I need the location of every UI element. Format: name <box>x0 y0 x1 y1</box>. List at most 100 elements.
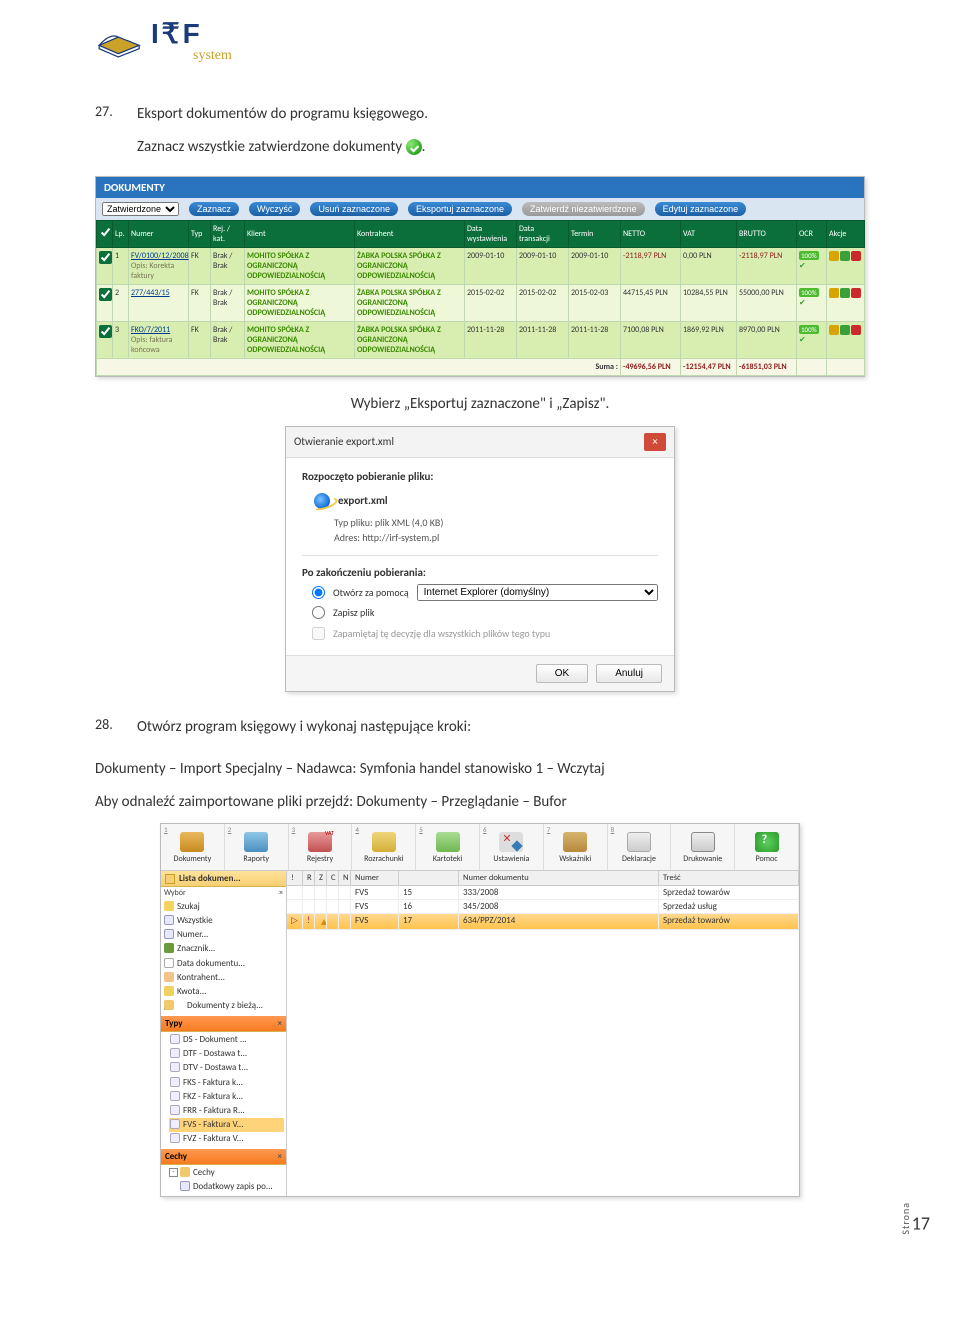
tree-node[interactable]: FVS - Faktura V... <box>169 1118 284 1132</box>
tree-node[interactable]: Kontrahent... <box>163 971 284 985</box>
toolbar-pomoc[interactable]: Pomoc <box>735 824 799 870</box>
delete-icon[interactable] <box>851 325 861 335</box>
tree-node[interactable]: -Dokumenty z bieżą... <box>163 999 284 1013</box>
item28-line1: Dokumenty – Import Specjalny – Nadawca: … <box>95 758 865 781</box>
edytuj-button[interactable]: Edytuj zaznaczone <box>655 202 747 216</box>
toolbar-kartoteki[interactable]: 5Kartoteki <box>416 824 480 870</box>
list-number: 28. <box>95 716 125 749</box>
symfonia-toolbar: 1Dokumenty2Raporty3Rejestry4Rozrachunki5… <box>161 824 799 871</box>
close-icon[interactable]: × <box>278 1018 282 1029</box>
rozrachunki-icon <box>372 832 396 852</box>
tree-node[interactable]: FKS - Faktura k... <box>169 1076 284 1090</box>
doc-type-icon <box>170 1048 180 1058</box>
tree-node[interactable]: Data dokumentu... <box>163 957 284 971</box>
tree-node[interactable]: FKZ - Faktura k... <box>169 1090 284 1104</box>
row-checkbox[interactable] <box>99 325 112 338</box>
doc-type-icon <box>170 1119 180 1129</box>
open-with-radio[interactable] <box>312 586 325 599</box>
tree-node[interactable]: FRR - Faktura R... <box>169 1104 284 1118</box>
toolbar-rozrachunki[interactable]: 4Rozrachunki <box>352 824 416 870</box>
close-icon[interactable]: × <box>644 433 666 451</box>
table-row[interactable]: 2277/443/15FKBrak / BrakMOHITO SPÓŁKA Z … <box>97 285 865 322</box>
item28-line2: Aby odnaleźć zaimportowane pliki przejdź… <box>95 791 865 814</box>
save-file-radio[interactable] <box>312 606 325 619</box>
dialog-after-label: Po zakończeniu pobierania: <box>302 566 658 579</box>
grid-row[interactable]: FVS15333/2008Sprzedaż towarów <box>287 886 799 900</box>
doc-type-icon <box>170 1091 180 1101</box>
arrow-up-icon[interactable] <box>840 325 850 335</box>
logo: I₹F system <box>95 20 865 63</box>
toolbar-drukowanie[interactable]: Drukowanie <box>671 824 735 870</box>
doc-type-icon <box>170 1062 180 1072</box>
close-icon[interactable]: × <box>278 1151 282 1162</box>
toolbar-ustawienia[interactable]: 6Ustawienia <box>480 824 544 870</box>
grid-row[interactable]: ▷!▲FVS17634/PPZ/2014Sprzedaż towarów <box>287 914 799 930</box>
checkmark-icon <box>406 139 422 155</box>
deklaracje-icon <box>627 832 651 852</box>
ie-icon <box>314 493 330 509</box>
tree-node[interactable]: Szukaj <box>163 900 284 914</box>
node-icon <box>180 1181 190 1191</box>
usun-button[interactable]: Usuń zaznaczone <box>310 202 398 216</box>
list-number: 27. <box>95 103 125 168</box>
delete-icon[interactable] <box>851 288 861 298</box>
ok-button[interactable]: OK <box>536 664 588 683</box>
documents-table-screenshot: DOKUMENTY Zatwierdzone Zaznacz Wyczyść U… <box>95 176 865 377</box>
open-with-select[interactable]: Internet Explorer (domyślny) <box>417 584 658 601</box>
delete-icon[interactable] <box>851 251 861 261</box>
tree-node[interactable]: DS - Dokument ... <box>169 1033 284 1047</box>
node-icon <box>164 986 174 996</box>
toolbar-wskaźniki[interactable]: 7Wskaźniki <box>544 824 608 870</box>
tree-node[interactable]: DTV - Dostawa t... <box>169 1061 284 1075</box>
toolbar-rejestry[interactable]: 3Rejestry <box>289 824 353 870</box>
tree-node[interactable]: Cechy <box>179 1166 284 1180</box>
item27-line1: Zaznacz wszystkie zatwierdzone dokumenty… <box>137 136 865 159</box>
status-select[interactable]: Zatwierdzone <box>102 202 179 216</box>
wyczysc-button[interactable]: Wyczyść <box>249 202 300 216</box>
item28-title: Otwórz program księgowy i wykonaj następ… <box>137 716 865 739</box>
toolbar-dokumenty[interactable]: 1Dokumenty <box>161 824 225 870</box>
toolbar-deklaracje[interactable]: 8Deklaracje <box>608 824 672 870</box>
tree-node[interactable]: Kwota... <box>163 985 284 999</box>
eksport-button[interactable]: Eksportuj zaznaczone <box>408 202 512 216</box>
ustawienia-icon <box>499 832 523 852</box>
close-icon[interactable]: × <box>279 888 283 898</box>
dialog-title: Otwieranie export.xml <box>294 435 394 448</box>
doc-type-icon <box>170 1105 180 1115</box>
arrow-up-icon[interactable] <box>840 251 850 261</box>
row-checkbox[interactable] <box>99 251 112 264</box>
zatwierdz-button[interactable]: Zatwierdź niezatwierdzone <box>522 202 645 216</box>
left-panel-title: Lista dokumen... <box>161 871 286 887</box>
list-icon <box>165 874 175 884</box>
tree-node[interactable]: Dodatkowy zapis po... <box>179 1180 284 1194</box>
arrow-up-icon[interactable] <box>840 288 850 298</box>
node-icon <box>180 1167 190 1177</box>
dokumenty-icon <box>180 832 204 852</box>
pomoc-icon <box>755 832 779 852</box>
row-checkbox[interactable] <box>99 288 112 301</box>
tree-node[interactable]: DTF - Dostawa t... <box>169 1047 284 1061</box>
remember-checkbox <box>312 627 325 640</box>
edit-icon[interactable] <box>829 288 839 298</box>
cancel-button[interactable]: Anuluj <box>596 664 662 683</box>
zaznacz-button[interactable]: Zaznacz <box>189 202 239 216</box>
logo-main-text: I₹F <box>151 20 232 49</box>
select-all-checkbox[interactable] <box>99 226 112 239</box>
edit-icon[interactable] <box>829 251 839 261</box>
toolbar-raporty[interactable]: 2Raporty <box>225 824 289 870</box>
tree-node[interactable]: Numer... <box>163 928 284 942</box>
logo-sub-text: system <box>193 49 232 63</box>
item27-line2: Wybierz „Eksportuj zaznaczone" i „Zapisz… <box>95 393 865 416</box>
table-row[interactable]: 1FV/0100/12/2008Opis: Korekta fakturyFKB… <box>97 248 865 285</box>
node-icon <box>164 972 174 982</box>
table-row[interactable]: 3FKO/7/2011Opis: faktura końcowaFKBrak /… <box>97 322 865 359</box>
drukowanie-icon <box>691 832 715 852</box>
grid-row[interactable]: FVS16345/2008Sprzedaż usług <box>287 900 799 914</box>
symfonia-grid-panel: ! R Z C N Numer Numer dokumentu Treść FV… <box>287 871 799 1196</box>
tree-node[interactable]: FVZ - Faktura V... <box>169 1132 284 1146</box>
dialog-started-label: Rozpoczęto pobieranie pliku: <box>302 470 658 483</box>
tree-node[interactable]: Znacznik... <box>163 942 284 956</box>
tree-node[interactable]: Wszystkie <box>163 914 284 928</box>
edit-icon[interactable] <box>829 325 839 335</box>
item27-title: Eksport dokumentów do programu księgoweg… <box>137 103 865 126</box>
